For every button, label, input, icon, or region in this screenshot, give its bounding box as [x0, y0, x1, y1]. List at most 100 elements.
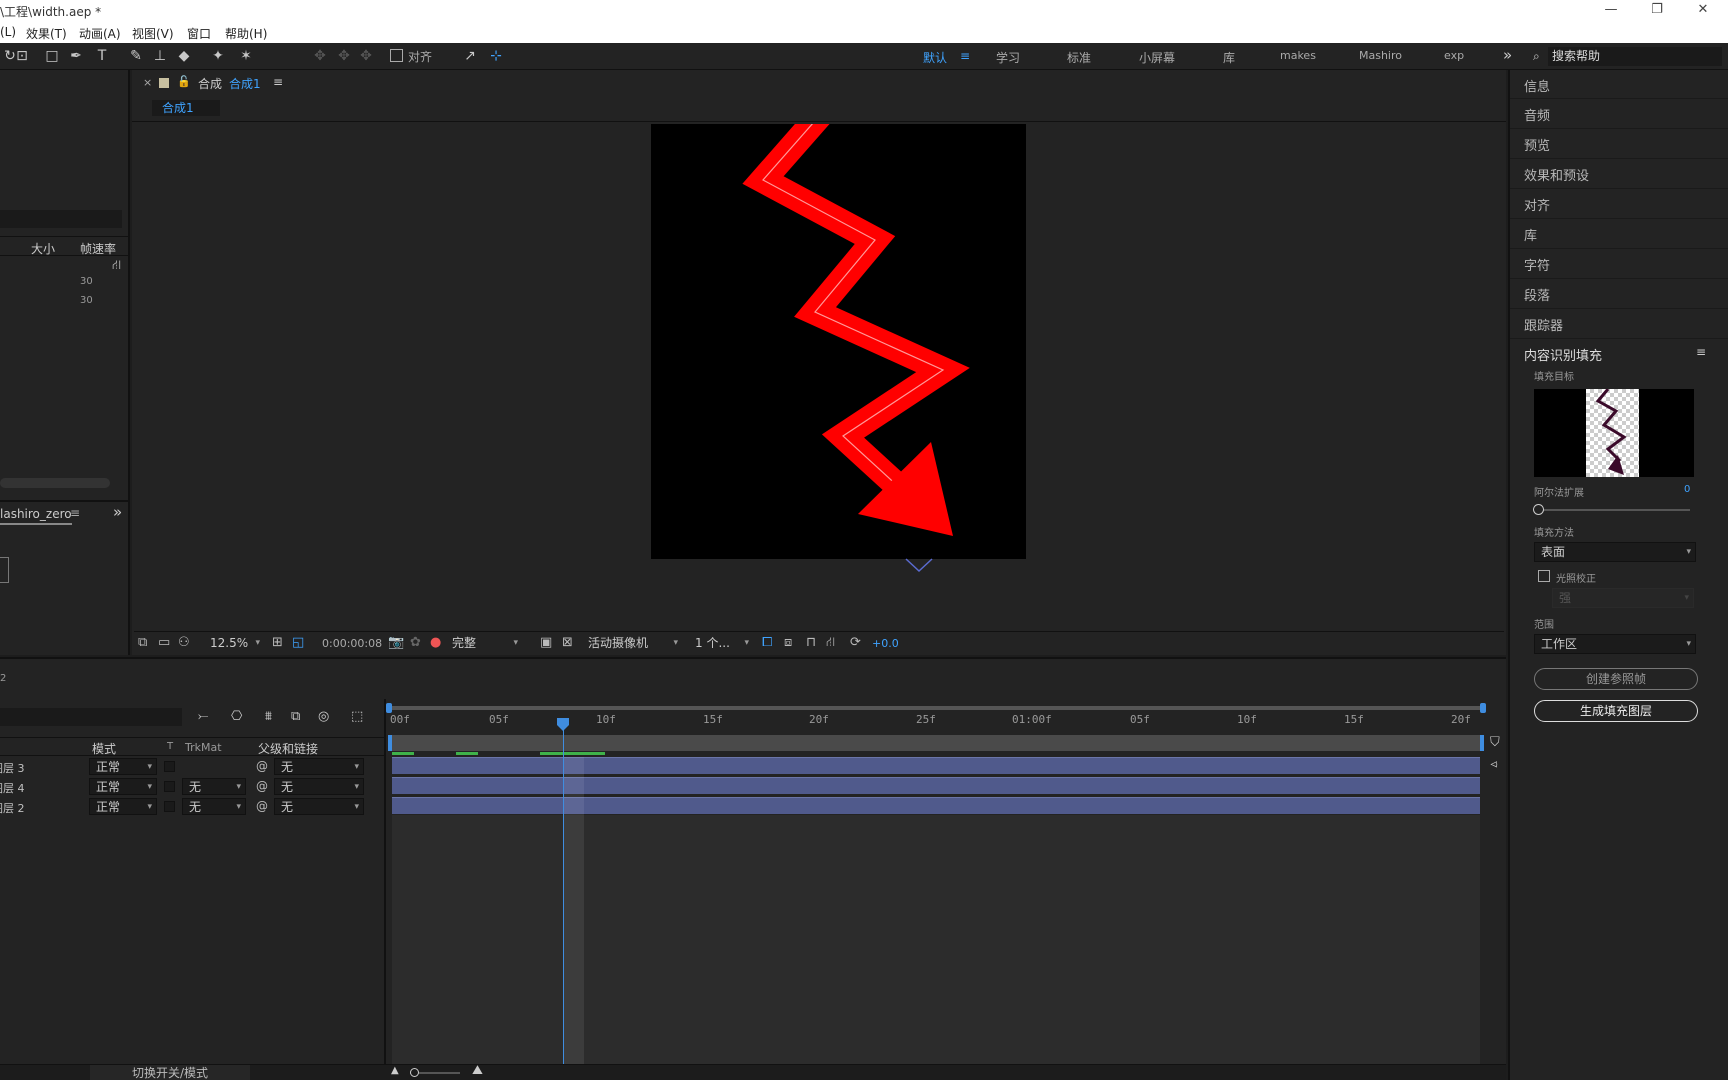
- layer-name[interactable]: 图层 3: [0, 760, 25, 776]
- safe-margins-icon[interactable]: ◱: [292, 635, 304, 650]
- timeline-empty-area[interactable]: [392, 815, 1480, 1067]
- pen-tool-icon[interactable]: ✒: [66, 46, 86, 66]
- panel-preview[interactable]: 预览: [1524, 135, 1550, 154]
- fill-method-dropdown[interactable]: 表面 ▾: [1534, 542, 1696, 562]
- work-area-start[interactable]: [388, 735, 392, 751]
- show-snapshot-icon[interactable]: ✿: [410, 635, 421, 650]
- roto-brush-tool-icon[interactable]: ✦: [208, 46, 228, 66]
- workspace-default[interactable]: 默认: [923, 49, 947, 66]
- layer-name[interactable]: 图层 2: [0, 800, 25, 816]
- menu-item-effect[interactable]: 效果(T): [26, 25, 67, 42]
- layer-duration-bar[interactable]: [392, 757, 1480, 774]
- search-help-input[interactable]: 搜索帮助: [1548, 47, 1722, 66]
- layer-marker-icon[interactable]: ⏿: [1490, 757, 1498, 771]
- panel-library[interactable]: 库: [1524, 225, 1537, 244]
- panel-more-button[interactable]: »: [113, 503, 122, 521]
- time-navigator-start-handle[interactable]: [386, 703, 392, 713]
- fit-icon[interactable]: ⊞: [272, 635, 283, 650]
- menu-item-window[interactable]: 窗口: [187, 25, 211, 42]
- always-preview-icon[interactable]: ⧉: [138, 635, 147, 650]
- workspace-mashiro[interactable]: Mashiro: [1359, 49, 1402, 62]
- mask-visibility-icon[interactable]: ⚇: [178, 635, 190, 650]
- alpha-expand-slider-knob[interactable]: [1533, 504, 1544, 515]
- effects-panel-tab[interactable]: lashiro_zero: [0, 507, 72, 525]
- layer-mode-dropdown[interactable]: 正常 ▾: [89, 798, 157, 815]
- menu-item-help[interactable]: 帮助(H): [225, 25, 267, 42]
- workspace-menu-icon[interactable]: ≡: [960, 49, 970, 63]
- menu-item-layer[interactable]: (L): [0, 25, 16, 39]
- lighting-correction-checkbox[interactable]: [1538, 570, 1550, 582]
- pan-behind-tool-icon[interactable]: ⊡: [12, 46, 32, 66]
- draft-3d-icon[interactable]: ⎔: [231, 709, 242, 724]
- layer-parent-dropdown[interactable]: 无 ▾: [274, 758, 364, 775]
- transparency-grid-icon[interactable]: ⊠: [562, 635, 573, 650]
- puppet-pin-icon[interactable]: ✥: [310, 46, 330, 66]
- comp-marker-icon[interactable]: ⛉: [1490, 735, 1500, 750]
- alpha-expand-value[interactable]: 0: [1684, 484, 1690, 495]
- column-framerate[interactable]: 帧速率: [80, 240, 116, 257]
- layer-trkmat-dropdown[interactable]: 无 ▾: [182, 798, 246, 815]
- layer-name[interactable]: 图层 4: [0, 780, 25, 796]
- exposure-value[interactable]: +0.0: [872, 637, 899, 650]
- panel-align[interactable]: 对齐: [1524, 195, 1550, 214]
- eraser-tool-icon[interactable]: ◆: [174, 46, 194, 66]
- exposure-reset-icon[interactable]: ⟳: [850, 635, 861, 650]
- time-navigator-bar[interactable]: [388, 706, 1486, 710]
- layer-parent-dropdown[interactable]: 无 ▾: [274, 798, 364, 815]
- snap-target-icon[interactable]: ⊹: [486, 46, 506, 66]
- zoom-out-icon[interactable]: ▲: [391, 1065, 399, 1076]
- time-navigator-end-handle[interactable]: [1480, 703, 1486, 713]
- motion-blur-icon[interactable]: ◎: [318, 709, 329, 724]
- layer-mode-dropdown[interactable]: 正常 ▾: [89, 778, 157, 795]
- comp-panel-menu-icon[interactable]: ≡: [273, 75, 283, 89]
- workspace-makes[interactable]: makes: [1280, 49, 1316, 62]
- snapshot-icon[interactable]: 📷: [388, 635, 404, 650]
- timeline-icon[interactable]: ⊓: [806, 635, 816, 650]
- comp-tab-label[interactable]: 合成: [198, 75, 222, 92]
- rectangle-tool-icon[interactable]: □: [42, 46, 62, 66]
- panel-menu-icon[interactable]: ≡: [70, 506, 80, 520]
- zoom-in-icon[interactable]: ⛰: [472, 1063, 483, 1078]
- layer-mode-dropdown[interactable]: 正常 ▾: [89, 758, 157, 775]
- layer-row[interactable]: 图层 3 正常▾ @ 无▾: [0, 757, 386, 777]
- panel-info[interactable]: 信息: [1524, 76, 1550, 95]
- layer-trkmat-dropdown[interactable]: 无 ▾: [182, 778, 246, 795]
- menu-item-animation[interactable]: 动画(A): [79, 25, 121, 42]
- workspace-library[interactable]: 库: [1223, 49, 1235, 66]
- workspace-small-screen[interactable]: 小屏幕: [1139, 49, 1175, 66]
- comp-flowchart-icon[interactable]: ⤚: [198, 709, 208, 724]
- layer-duration-bar[interactable]: [392, 777, 1480, 794]
- brush-tool-icon[interactable]: ✎: [126, 46, 146, 66]
- comp-canvas[interactable]: [651, 105, 1026, 559]
- toggle-pixel-aspect-icon[interactable]: ⧠: [762, 635, 772, 650]
- clone-stamp-tool-icon[interactable]: ⊥: [150, 46, 170, 66]
- fast-preview-icon[interactable]: ⧈: [784, 635, 792, 650]
- resolution-dropdown[interactable]: 完整 ▾: [446, 635, 522, 652]
- camera-dropdown[interactable]: 活动摄像机 ▾: [582, 635, 682, 652]
- panel-effects-presets[interactable]: 效果和预设: [1524, 165, 1589, 184]
- layer-duration-bar[interactable]: [392, 797, 1480, 814]
- work-area-bar[interactable]: [390, 735, 1482, 751]
- playhead-line[interactable]: [563, 719, 564, 1067]
- workspace-exp[interactable]: exp: [1444, 49, 1464, 62]
- flowchart-icon[interactable]: ⛙: [112, 258, 121, 275]
- comp-tab-name[interactable]: 合成1: [229, 75, 261, 92]
- pick-whip-icon[interactable]: @: [256, 779, 268, 793]
- minimize-button[interactable]: —: [1588, 0, 1634, 22]
- timeline-zoom-knob[interactable]: [410, 1068, 419, 1077]
- workspace-learn[interactable]: 学习: [996, 49, 1020, 66]
- panel-tracker[interactable]: 跟踪器: [1524, 315, 1563, 334]
- flowchart-icon[interactable]: ⛙: [826, 635, 835, 652]
- playhead-marker-icon[interactable]: [556, 717, 570, 733]
- lock-icon[interactable]: 🔓: [177, 75, 191, 88]
- workspace-more-button[interactable]: »: [1503, 46, 1512, 64]
- layer-row[interactable]: 图层 2 正常▾ 无▾ @ 无▾: [0, 797, 386, 817]
- close-tab-icon[interactable]: ×: [143, 76, 152, 89]
- region-of-interest-icon[interactable]: ▣: [540, 635, 552, 650]
- work-area-end[interactable]: [1480, 735, 1484, 751]
- preserve-transparency-toggle[interactable]: [164, 801, 175, 812]
- column-size[interactable]: 大小: [31, 240, 55, 257]
- menu-item-view[interactable]: 视图(V): [132, 25, 174, 42]
- align-checkbox[interactable]: [390, 49, 403, 62]
- alpha-expand-slider-track[interactable]: [1534, 509, 1690, 511]
